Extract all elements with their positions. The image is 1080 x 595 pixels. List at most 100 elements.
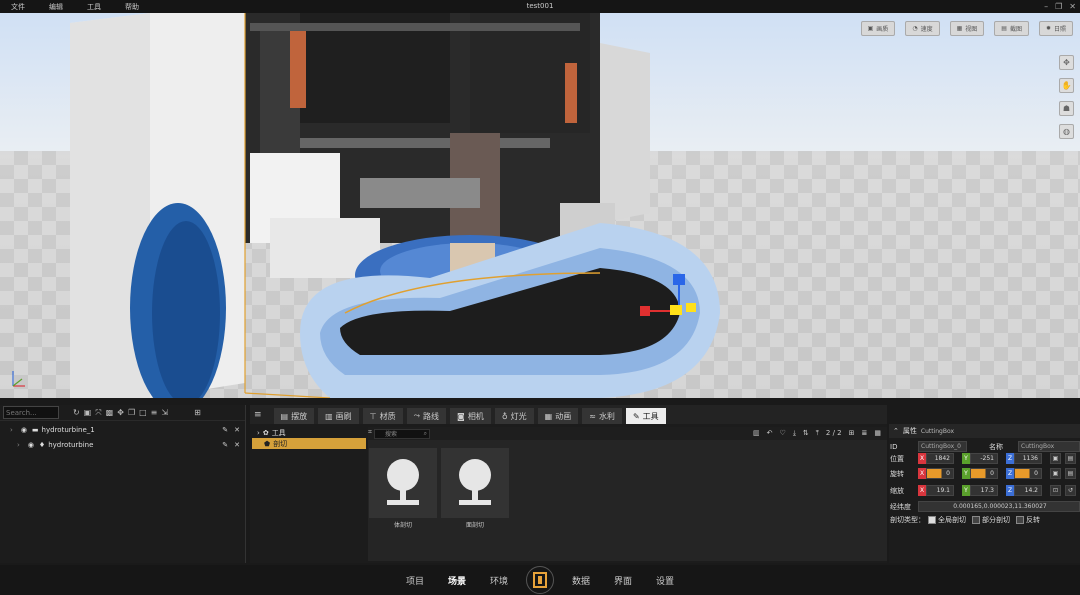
menu-help[interactable]: 帮助 (113, 2, 151, 12)
paste-icon[interactable]: ▤ (1065, 453, 1076, 464)
3d-viewport[interactable]: ▣ 画质 ◔ 速度 ▦ 视图 ▤ 截图 ✹ 日照 ✥ ✋ ☗ ◍ (0, 13, 1080, 398)
cut-tool-icon (387, 459, 419, 505)
favorite-icon[interactable]: ♡ (780, 429, 786, 438)
collapse-list-icon[interactable]: ≡ (254, 410, 262, 420)
trash-icon[interactable]: ▥ (753, 429, 760, 438)
globe-icon[interactable]: ◍ (1059, 124, 1074, 139)
nav-project[interactable]: 项目 (406, 574, 424, 587)
tab-tools[interactable]: ✎ 工具 (625, 408, 666, 424)
copy-icon[interactable]: ▣ (1050, 453, 1061, 464)
layout-icon[interactable]: ⊞ (194, 408, 201, 417)
list-view-icon[interactable]: ≣ (862, 429, 868, 438)
outliner-row[interactable]: › ◉ ▬ hydroturbine_1 ✎ ✕ (0, 423, 245, 437)
sort-icon[interactable]: ⇅ (803, 429, 809, 438)
quality-button[interactable]: ▣ 画质 (860, 21, 896, 36)
close-icon[interactable]: ✕ (1069, 2, 1076, 11)
tab-camera[interactable]: ◙ 相机 (450, 408, 491, 424)
edit-icon[interactable]: ✎ (222, 426, 228, 434)
eye-icon[interactable]: ◉ (28, 441, 34, 449)
rotation-y-slider[interactable]: 0 (970, 468, 998, 479)
position-y-input[interactable]: -251 (970, 453, 998, 464)
export-icon[interactable]: ⇲ (161, 408, 168, 417)
nav-data[interactable]: 数据 (572, 574, 590, 587)
asset-plane-section[interactable] (441, 448, 509, 518)
menu-file[interactable]: 文件 (0, 2, 37, 12)
outliner-row[interactable]: › ◉ ♦ hydroturbine ✎ ✕ (0, 438, 245, 452)
invert-checkbox[interactable]: 反转 (1016, 515, 1040, 525)
view-button[interactable]: ▦ 视图 (949, 21, 985, 36)
tab-label: 动画 (555, 411, 572, 421)
rotation-z-slider[interactable]: 0 (1014, 468, 1042, 479)
app-logo-icon[interactable] (526, 566, 554, 594)
walk-icon[interactable]: ☗ (1059, 101, 1074, 116)
position-z-input[interactable]: 1136 (1014, 453, 1042, 464)
scale-z-input[interactable]: 14.2 (1014, 485, 1042, 496)
upload-icon[interactable]: ⤒ (816, 429, 819, 438)
delete-icon[interactable]: ✕ (234, 441, 240, 449)
square-icon[interactable]: □ (139, 408, 147, 417)
paste-icon[interactable]: ▤ (1065, 468, 1076, 479)
menu-bar: 文件 编辑 工具 帮助 (0, 0, 1080, 13)
hand-icon[interactable]: ✋ (1059, 78, 1074, 93)
nav-environment[interactable]: 环境 (490, 574, 508, 587)
tab-brush[interactable]: ▥ 画刷 (318, 408, 359, 424)
grid-view-icon[interactable]: ⊞ (849, 429, 855, 438)
download-icon[interactable]: ⤓ (793, 429, 796, 438)
tab-light[interactable]: ♁ 灯光 (494, 408, 534, 424)
screenshot-button[interactable]: ▤ 截图 (994, 21, 1029, 36)
y-axis-tag: Y (962, 453, 970, 464)
partial-cut-checkbox[interactable]: 部分剖切 (972, 515, 1010, 525)
collapse-icon[interactable]: ⌃ (893, 427, 899, 435)
group-icon[interactable]: ▩ (106, 408, 114, 417)
edit-icon[interactable]: ✎ (222, 441, 228, 449)
select-all-icon[interactable]: ▣ (84, 408, 92, 417)
sunlight-button[interactable]: ✹ 日照 (1038, 21, 1073, 36)
move-icon[interactable]: ✥ (1059, 55, 1074, 70)
scale-x-input[interactable]: 19.1 (926, 485, 954, 496)
delete-icon[interactable]: ✕ (234, 426, 240, 434)
copy-icon[interactable]: ❐ (128, 408, 135, 417)
list-icon[interactable]: ≡ (151, 408, 158, 417)
category-item-section[interactable]: ⬟ 剖切 (252, 438, 366, 449)
name-field[interactable]: CuttingBox (1018, 441, 1080, 452)
tab-placement[interactable]: ▤ 摆放 (273, 408, 315, 424)
category-item-tools[interactable]: › ✿ 工具 (252, 427, 366, 438)
id-field[interactable]: CuttingBox_0 (918, 441, 967, 452)
minimize-icon[interactable]: – (1044, 2, 1048, 11)
expand-arrow-icon[interactable]: › (17, 441, 20, 449)
move-icon[interactable]: ✥ (117, 408, 124, 417)
eye-icon[interactable]: ◉ (21, 426, 27, 434)
tag-icon: ⌗ (368, 428, 372, 436)
asset-volume-section[interactable] (369, 448, 437, 518)
global-cut-checkbox[interactable]: 全局剖切 (928, 515, 966, 525)
nav-interface[interactable]: 界面 (614, 574, 632, 587)
tab-water[interactable]: ≈ 水利 (582, 408, 622, 424)
speed-button[interactable]: ◔ 速度 (905, 21, 940, 36)
outliner-search-input[interactable] (3, 406, 59, 419)
bulb-icon: ♁ (501, 411, 508, 421)
expand-icon[interactable]: ⤧ (95, 408, 101, 418)
nav-settings[interactable]: 设置 (656, 574, 674, 587)
copy-icon[interactable]: ▣ (1050, 468, 1061, 479)
expand-arrow-icon[interactable]: › (10, 426, 13, 434)
asset-search-input[interactable]: 搜索 ⌕ (374, 428, 430, 439)
scene-outliner: ↻ ▣ ⤧ ▩ ✥ ❐ □ ≡ ⇲ ⊞ › ◉ ▬ hydroturbine_1… (0, 405, 246, 563)
lock-icon[interactable]: ⊡ (1050, 485, 1061, 496)
reset-icon[interactable]: ↺ (1065, 485, 1076, 496)
rotation-x-slider[interactable]: 0 (926, 468, 954, 479)
tab-animation[interactable]: ▦ 动画 (537, 408, 579, 424)
position-x-input[interactable]: 1842 (926, 453, 954, 464)
refresh-icon[interactable]: ↻ (73, 408, 80, 417)
tab-route[interactable]: ⤳ 路线 (406, 408, 447, 424)
menu-edit[interactable]: 编辑 (37, 2, 75, 12)
tab-material[interactable]: ⊤ 材质 (362, 408, 403, 424)
tile-view-icon[interactable]: ▦ (874, 429, 881, 438)
scale-y-input[interactable]: 17.3 (970, 485, 998, 496)
latlon-field[interactable]: 0.000165,0.000023,11.360027 (918, 501, 1080, 512)
nav-scene[interactable]: 场景 (448, 574, 466, 587)
menu-tools[interactable]: 工具 (75, 2, 113, 12)
checkbox-label: 全局剖切 (938, 516, 966, 524)
undo-icon[interactable]: ↶ (767, 429, 773, 438)
cut-tool-icon (459, 459, 491, 505)
restore-icon[interactable]: ❐ (1055, 2, 1062, 11)
